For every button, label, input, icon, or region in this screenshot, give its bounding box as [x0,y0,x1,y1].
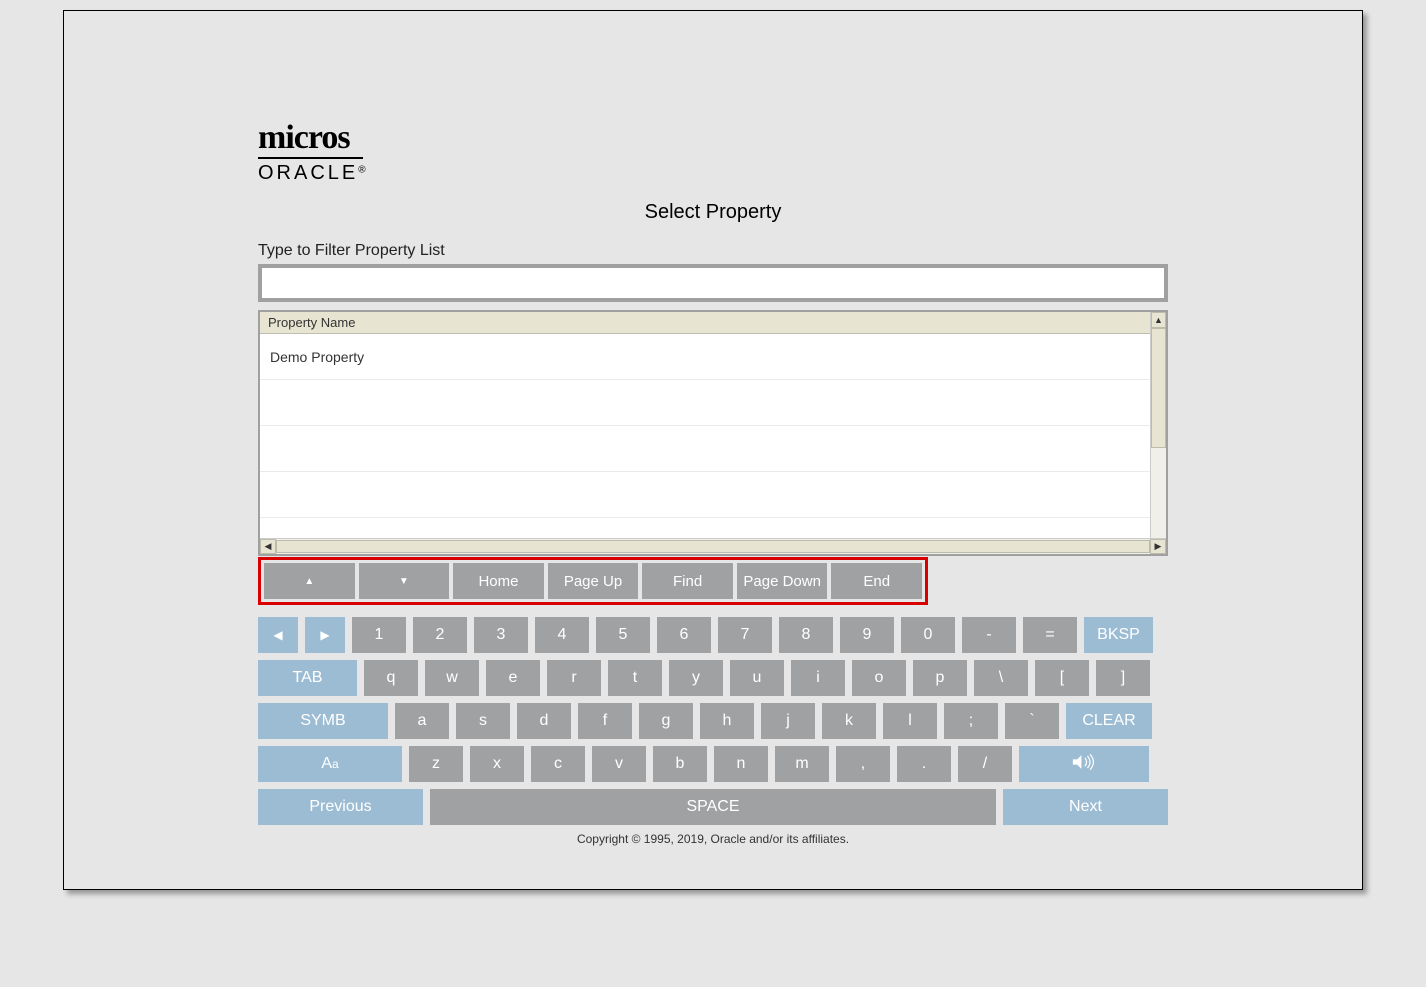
key-1[interactable]: 1 [352,617,406,653]
nav-pagedown-button[interactable]: Page Down [737,563,828,599]
vertical-scroll-thumb[interactable] [1151,328,1166,448]
nav-pageup-button[interactable]: Page Up [548,563,639,599]
key-minus[interactable]: - [962,617,1016,653]
key-4[interactable]: 4 [535,617,589,653]
filter-input-wrap [258,264,1168,302]
logo-line2: ORACLE [258,162,358,184]
shift-label: Aa [321,755,338,773]
key-next[interactable]: Next [1003,789,1168,825]
key-backslash[interactable]: \ [974,660,1028,696]
nav-home-button[interactable]: Home [453,563,544,599]
filter-input[interactable] [266,270,1160,296]
key-8[interactable]: 8 [779,617,833,653]
key-q[interactable]: q [364,660,418,696]
key-cursor-left[interactable]: ◀ [258,617,298,653]
copyright-footer: Copyright © 1995, 2019, Oracle and/or it… [258,832,1168,846]
key-h[interactable]: h [700,703,754,739]
triangle-right-icon: ▶ [320,628,329,642]
key-o[interactable]: o [852,660,906,696]
chevron-down-icon: ▼ [399,576,409,587]
key-bracket-open[interactable]: [ [1035,660,1089,696]
nav-up-button[interactable]: ▲ [264,563,355,599]
key-r[interactable]: r [547,660,601,696]
key-shift[interactable]: Aa [258,746,402,782]
key-2[interactable]: 2 [413,617,467,653]
key-period[interactable]: . [897,746,951,782]
key-d[interactable]: d [517,703,571,739]
key-e[interactable]: e [486,660,540,696]
key-l[interactable]: l [883,703,937,739]
onscreen-keyboard: ◀ ▶ 1 2 3 4 5 6 7 8 9 0 - = BKSP TAB q w [258,617,1168,825]
key-f[interactable]: f [578,703,632,739]
triangle-left-icon: ◀ [273,628,282,642]
grid-header-property-name[interactable]: Property Name [260,312,1150,334]
key-previous[interactable]: Previous [258,789,423,825]
key-semicolon[interactable]: ; [944,703,998,739]
speaker-icon [1072,753,1096,776]
list-nav-toolbar: ▲ ▼ Home Page Up Find Page Down End [258,557,928,605]
key-c[interactable]: c [531,746,585,782]
logo-line1: micros [258,121,363,159]
key-p[interactable]: p [913,660,967,696]
vertical-scrollbar[interactable]: ▲ [1150,312,1166,538]
key-y[interactable]: y [669,660,723,696]
key-backtick[interactable]: ` [1005,703,1059,739]
grid-row[interactable] [260,472,1150,518]
key-cursor-right[interactable]: ▶ [305,617,345,653]
grid-body: Demo Property [260,334,1150,554]
grid-row[interactable] [260,426,1150,472]
key-3[interactable]: 3 [474,617,528,653]
scroll-right-icon[interactable]: ▶ [1150,539,1166,554]
horizontal-scrollbar[interactable]: ◀ ▶ [260,538,1166,554]
nav-down-button[interactable]: ▼ [359,563,450,599]
key-equals[interactable]: = [1023,617,1077,653]
key-m[interactable]: m [775,746,829,782]
key-z[interactable]: z [409,746,463,782]
page-title: Select Property [258,201,1168,224]
nav-find-button[interactable]: Find [642,563,733,599]
key-b[interactable]: b [653,746,707,782]
key-u[interactable]: u [730,660,784,696]
key-i[interactable]: i [791,660,845,696]
logo-registered: ® [358,165,365,176]
key-0[interactable]: 0 [901,617,955,653]
grid-row[interactable] [260,380,1150,426]
key-w[interactable]: w [425,660,479,696]
key-x[interactable]: x [470,746,524,782]
key-comma[interactable]: , [836,746,890,782]
nav-end-button[interactable]: End [831,563,922,599]
app-window: micros ORACLE® Select Property Type to F… [63,10,1363,890]
key-t[interactable]: t [608,660,662,696]
key-space[interactable]: SPACE [430,789,996,825]
key-n[interactable]: n [714,746,768,782]
scroll-left-icon[interactable]: ◀ [260,539,276,554]
key-g[interactable]: g [639,703,693,739]
key-9[interactable]: 9 [840,617,894,653]
logo: micros ORACLE® [258,121,1168,187]
key-backspace[interactable]: BKSP [1084,617,1153,653]
key-slash[interactable]: / [958,746,1012,782]
property-grid: Property Name Demo Property ▲ ◀ ▶ [258,310,1168,556]
key-5[interactable]: 5 [596,617,650,653]
key-v[interactable]: v [592,746,646,782]
scroll-up-icon[interactable]: ▲ [1151,312,1166,328]
key-j[interactable]: j [761,703,815,739]
filter-label: Type to Filter Property List [258,242,1168,260]
key-bracket-close[interactable]: ] [1096,660,1150,696]
chevron-up-icon: ▲ [304,576,314,587]
key-symb[interactable]: SYMB [258,703,388,739]
key-sound[interactable] [1019,746,1149,782]
key-tab[interactable]: TAB [258,660,357,696]
horizontal-scroll-thumb[interactable] [276,540,1150,553]
grid-row[interactable]: Demo Property [260,334,1150,380]
key-clear[interactable]: CLEAR [1066,703,1152,739]
key-a[interactable]: a [395,703,449,739]
key-s[interactable]: s [456,703,510,739]
key-6[interactable]: 6 [657,617,711,653]
key-7[interactable]: 7 [718,617,772,653]
key-k[interactable]: k [822,703,876,739]
